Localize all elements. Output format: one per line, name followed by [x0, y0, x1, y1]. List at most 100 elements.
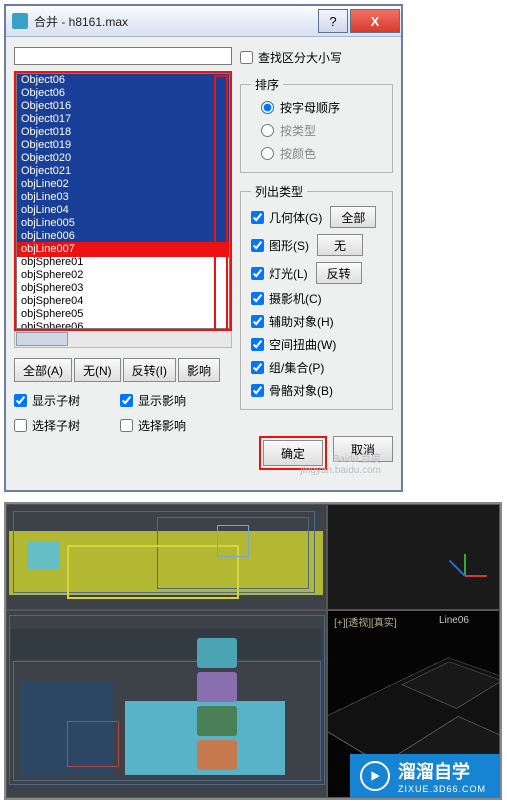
type-box[interactable]: [251, 292, 264, 305]
brand-name: 溜溜自学: [398, 758, 486, 784]
viewport-top-right[interactable]: [327, 504, 500, 610]
list-item[interactable]: objLine02: [17, 178, 229, 191]
list-item[interactable]: Object018: [17, 126, 229, 139]
type-label: 摄影机(C): [269, 290, 322, 307]
type-row: 组/集合(P): [251, 359, 384, 376]
type-check[interactable]: 空间扭曲(W): [251, 336, 336, 353]
type-all-button[interactable]: 全部: [330, 206, 376, 228]
type-row: 空间扭曲(W): [251, 336, 384, 353]
list-item[interactable]: Object019: [17, 139, 229, 152]
color-patches: [197, 611, 237, 797]
cancel-button[interactable]: 取消: [333, 436, 393, 462]
select-subtree-box[interactable]: [14, 419, 27, 432]
sort-legend: 排序: [251, 76, 283, 93]
case-sensitive-check[interactable]: 查找区分大小写: [240, 49, 393, 66]
list-item[interactable]: objLine007: [17, 243, 229, 256]
type-box[interactable]: [251, 338, 264, 351]
list-item[interactable]: objSphere01: [17, 256, 229, 269]
select-influence-box[interactable]: [120, 419, 133, 432]
list-item[interactable]: objSphere04: [17, 295, 229, 308]
influence-button[interactable]: 影响: [178, 358, 220, 382]
type-box[interactable]: [251, 267, 264, 280]
type-box[interactable]: [251, 361, 264, 374]
type-check[interactable]: 灯光(L): [251, 265, 308, 282]
ok-button[interactable]: 确定: [263, 440, 323, 466]
viewport-front[interactable]: [6, 610, 327, 798]
list-item[interactable]: Object017: [17, 113, 229, 126]
invert-button[interactable]: 反转(I): [123, 358, 176, 382]
viewport-panel: [+][透视][真实] Line06 溜溜自学 ZIXUE.3D66.COM: [4, 502, 502, 800]
viewport-label: [+][透视][真实]: [334, 614, 397, 629]
select-influence-label: 选择影响: [138, 417, 186, 434]
type-row: 几何体(G) 全部: [251, 206, 384, 228]
select-subtree-check[interactable]: 选择子树: [14, 417, 80, 434]
list-item[interactable]: objSphere02: [17, 269, 229, 282]
type-label: 灯光(L): [269, 265, 308, 282]
type-check[interactable]: 摄影机(C): [251, 290, 322, 307]
app-icon: [12, 13, 28, 29]
left-column: Object06Object06Object016Object017Object…: [14, 47, 232, 476]
list-types-group: 列出类型 几何体(G) 全部图形(S) 无灯光(L) 反转摄影机(C) 辅助对象(H) 空…: [240, 183, 393, 410]
sort-option[interactable]: 按颜色: [261, 145, 384, 162]
object-label: Line06: [439, 615, 469, 626]
type-check[interactable]: 几何体(G): [251, 209, 322, 226]
type-invert-button[interactable]: 反转: [316, 262, 362, 284]
type-row: 辅助对象(H): [251, 313, 384, 330]
sort-option[interactable]: 按字母顺序: [261, 99, 384, 116]
type-none-button[interactable]: 无: [317, 234, 363, 256]
list-item[interactable]: Object016: [17, 100, 229, 113]
type-box[interactable]: [251, 239, 264, 252]
brand-sub: ZIXUE.3D66.COM: [398, 784, 486, 794]
show-influence-box[interactable]: [120, 394, 133, 407]
axis-gizmo-icon: [441, 551, 489, 599]
show-subtree-label: 显示子树: [32, 392, 80, 409]
sort-label: 按字母顺序: [280, 99, 340, 116]
type-check[interactable]: 图形(S): [251, 237, 309, 254]
type-row: 灯光(L) 反转: [251, 262, 384, 284]
type-label: 图形(S): [269, 237, 309, 254]
list-item[interactable]: Object020: [17, 152, 229, 165]
list-item[interactable]: Object06: [17, 74, 229, 87]
viewport-top[interactable]: [6, 504, 327, 610]
type-check[interactable]: 组/集合(P): [251, 359, 324, 376]
sort-radio[interactable]: [261, 101, 274, 114]
search-input[interactable]: [14, 47, 232, 65]
list-item[interactable]: objSphere03: [17, 282, 229, 295]
show-subtree-box[interactable]: [14, 394, 27, 407]
object-listbox[interactable]: Object06Object06Object016Object017Object…: [16, 73, 230, 329]
sort-label: 按类型: [280, 122, 316, 139]
case-sensitive-label: 查找区分大小写: [258, 49, 342, 66]
sort-option[interactable]: 按类型: [261, 122, 384, 139]
list-item[interactable]: objLine04: [17, 204, 229, 217]
list-hscroll[interactable]: [14, 331, 232, 348]
list-item[interactable]: objLine03: [17, 191, 229, 204]
sort-group: 排序 按字母顺序按类型按颜色: [240, 76, 393, 173]
case-sensitive-box[interactable]: [240, 51, 253, 64]
type-check[interactable]: 骨骼对象(B): [251, 382, 333, 399]
list-item[interactable]: Object06: [17, 87, 229, 100]
all-button[interactable]: 全部(A): [14, 358, 72, 382]
list-item[interactable]: objSphere05: [17, 308, 229, 321]
type-row: 摄影机(C): [251, 290, 384, 307]
type-label: 几何体(G): [269, 209, 322, 226]
type-row: 骨骼对象(B): [251, 382, 384, 399]
list-types-legend: 列出类型: [251, 183, 307, 200]
list-item[interactable]: objLine005: [17, 217, 229, 230]
type-label: 辅助对象(H): [269, 313, 334, 330]
list-item[interactable]: objSphere06: [17, 321, 229, 329]
type-box[interactable]: [251, 211, 264, 224]
select-influence-check[interactable]: 选择影响: [120, 417, 186, 434]
type-check[interactable]: 辅助对象(H): [251, 313, 334, 330]
show-influence-check[interactable]: 显示影响: [120, 392, 186, 409]
list-item[interactable]: objLine006: [17, 230, 229, 243]
type-box[interactable]: [251, 384, 264, 397]
sort-radio[interactable]: [261, 147, 274, 160]
type-label: 组/集合(P): [269, 359, 324, 376]
sort-radio[interactable]: [261, 124, 274, 137]
listbox-highlight: Object06Object06Object016Object017Object…: [14, 71, 232, 331]
show-subtree-check[interactable]: 显示子树: [14, 392, 80, 409]
type-box[interactable]: [251, 315, 264, 328]
list-item[interactable]: Object021: [17, 165, 229, 178]
none-button[interactable]: 无(N): [74, 358, 121, 382]
merge-dialog: 合并 - h8161.max ? X Object06Object06Objec…: [4, 4, 403, 492]
